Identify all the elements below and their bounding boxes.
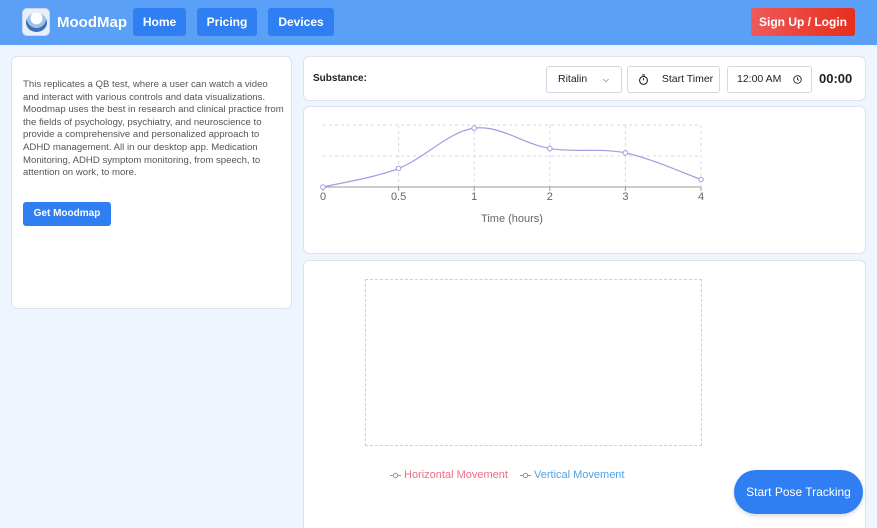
x-tick-label: 0.5 xyxy=(391,191,406,203)
data-point xyxy=(622,150,629,156)
x-tick-label: 2 xyxy=(547,191,553,203)
x-tick-label: 3 xyxy=(622,191,628,203)
data-point xyxy=(320,184,326,190)
legend-marker-icon xyxy=(520,472,531,478)
start-pose-tracking-button[interactable]: Start Pose Tracking xyxy=(734,470,863,514)
concentration-chart-card: 0 0.5 1 2 3 4 Time (hours) xyxy=(303,106,866,254)
chevron-down-icon: ⌵ xyxy=(602,75,609,84)
x-tick-label: 1 xyxy=(471,191,477,203)
x-tick-label: 4 xyxy=(698,191,704,203)
x-tick-label: 0 xyxy=(320,191,326,203)
get-moodmap-button[interactable]: Get Moodmap xyxy=(23,202,111,226)
data-point xyxy=(547,145,553,152)
navbar: MoodMap Home Pricing Devices Sign Up / L… xyxy=(0,0,877,45)
time-value: 12:00 AM xyxy=(737,73,782,85)
substance-label: Substance: xyxy=(313,73,367,84)
stopwatch-icon xyxy=(639,74,648,85)
moodmap-logo-icon[interactable] xyxy=(22,8,50,36)
start-timer-label: Start Timer xyxy=(661,73,714,85)
time-input[interactable]: 12:00 AM xyxy=(727,66,812,93)
signup-login-button[interactable]: Sign Up / Login xyxy=(751,8,855,36)
nav-home-button[interactable]: Home xyxy=(133,8,186,36)
data-point xyxy=(471,125,477,131)
legend-horizontal-label: Horizontal Movement xyxy=(404,469,508,481)
intro-card: This replicates a QB test, where a user … xyxy=(11,56,292,309)
clock-icon xyxy=(793,75,802,84)
concentration-line-chart: 0 0.5 1 2 3 4 Time (hours) xyxy=(320,124,704,225)
nav-pricing-button[interactable]: Pricing xyxy=(197,8,257,36)
legend-vertical-label: Vertical Movement xyxy=(534,469,625,481)
legend-horizontal-movement[interactable]: Horizontal Movement xyxy=(390,469,508,481)
substance-selected-value: Ritalin xyxy=(558,73,588,85)
pose-plot-area xyxy=(365,279,702,446)
data-point xyxy=(698,176,704,183)
data-point xyxy=(395,165,402,172)
legend-marker-icon xyxy=(390,472,401,478)
legend-vertical-movement[interactable]: Vertical Movement xyxy=(520,469,624,481)
start-timer-button[interactable]: Start Timer xyxy=(627,66,720,93)
nav-devices-button[interactable]: Devices xyxy=(268,8,334,36)
substance-select[interactable]: Ritalin ⌵ xyxy=(546,66,622,93)
intro-description: This replicates a QB test, where a user … xyxy=(23,79,284,179)
series-line xyxy=(322,127,702,188)
brand-name[interactable]: MoodMap xyxy=(57,14,127,31)
substance-toolbar: Substance: Ritalin ⌵ Start Timer 12:00 A… xyxy=(303,56,866,101)
x-axis-label: Time (hours) xyxy=(481,213,543,225)
timer-countdown: 00:00 xyxy=(819,71,853,86)
